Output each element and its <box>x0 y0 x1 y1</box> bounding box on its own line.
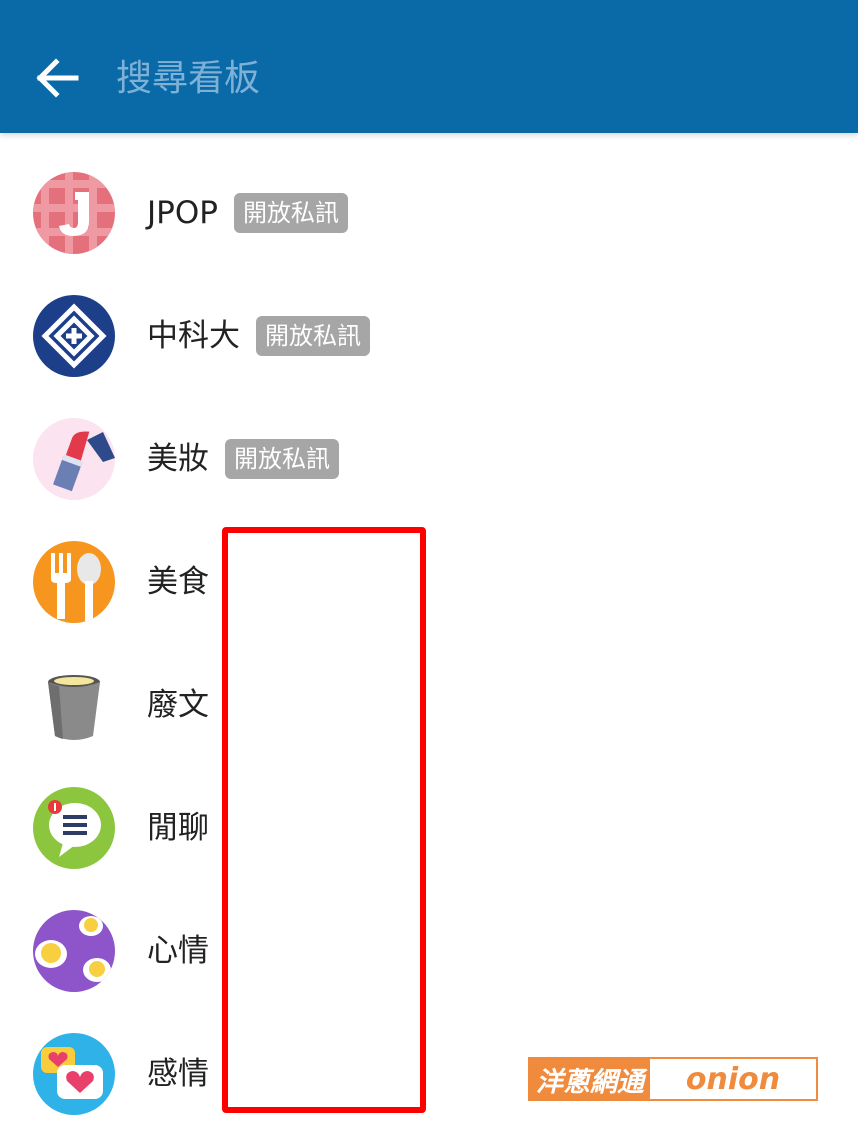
board-name: 心情 <box>147 933 209 969</box>
letter-j-icon <box>33 172 115 254</box>
back-button[interactable] <box>30 52 86 104</box>
board-name: 美食 <box>147 564 209 600</box>
board-label: 廢文 <box>147 680 209 730</box>
board-label: 感情 <box>147 1049 209 1099</box>
watermark-cn: 洋蔥網通 <box>530 1059 650 1099</box>
emoji-faces-icon <box>33 910 115 992</box>
board-label: 心情 <box>147 926 209 976</box>
watermark-en: onion <box>650 1059 816 1099</box>
onion-watermark: 洋蔥網通 onion <box>528 1057 818 1101</box>
board-label: 美食 <box>147 557 209 607</box>
hearts-icon <box>33 1033 115 1115</box>
board-name: 中科大 <box>147 318 240 354</box>
board-row-food[interactable]: 美食 <box>0 517 858 640</box>
open-dm-badge: 開放私訊 <box>256 316 370 356</box>
board-list: JPOP 開放私訊 中科大 開放私訊 美妝 開放私訊 美食 廢文 閒聊 心情 感… <box>0 148 858 1132</box>
board-name: 感情 <box>147 1056 209 1092</box>
board-label: 美妝 開放私訊 <box>147 434 339 484</box>
chat-bubble-icon <box>33 787 115 869</box>
board-name: 閒聊 <box>147 810 209 846</box>
board-label: JPOP 開放私訊 <box>147 188 348 238</box>
arrow-left-icon <box>36 58 79 98</box>
board-row-chat[interactable]: 閒聊 <box>0 763 858 886</box>
open-dm-badge: 開放私訊 <box>233 193 348 233</box>
board-name: JPOP <box>147 195 218 231</box>
search-input[interactable] <box>116 50 796 106</box>
board-label: 中科大 開放私訊 <box>147 311 370 361</box>
lipstick-icon <box>33 418 115 500</box>
board-row-jpop[interactable]: JPOP 開放私訊 <box>0 148 858 271</box>
board-row-nutc[interactable]: 中科大 開放私訊 <box>0 271 858 394</box>
board-name: 廢文 <box>147 687 209 723</box>
red-highlight-box <box>222 527 426 1113</box>
trash-can-icon <box>33 664 115 746</box>
board-row-mood[interactable]: 心情 <box>0 886 858 1009</box>
board-name: 美妝 <box>147 441 209 477</box>
app-bar <box>0 0 858 133</box>
open-dm-badge: 開放私訊 <box>225 439 339 479</box>
board-row-makeup[interactable]: 美妝 開放私訊 <box>0 394 858 517</box>
board-label: 閒聊 <box>147 803 209 853</box>
university-logo-icon <box>33 295 115 377</box>
board-row-rant[interactable]: 廢文 <box>0 640 858 763</box>
fork-spoon-icon <box>33 541 115 623</box>
